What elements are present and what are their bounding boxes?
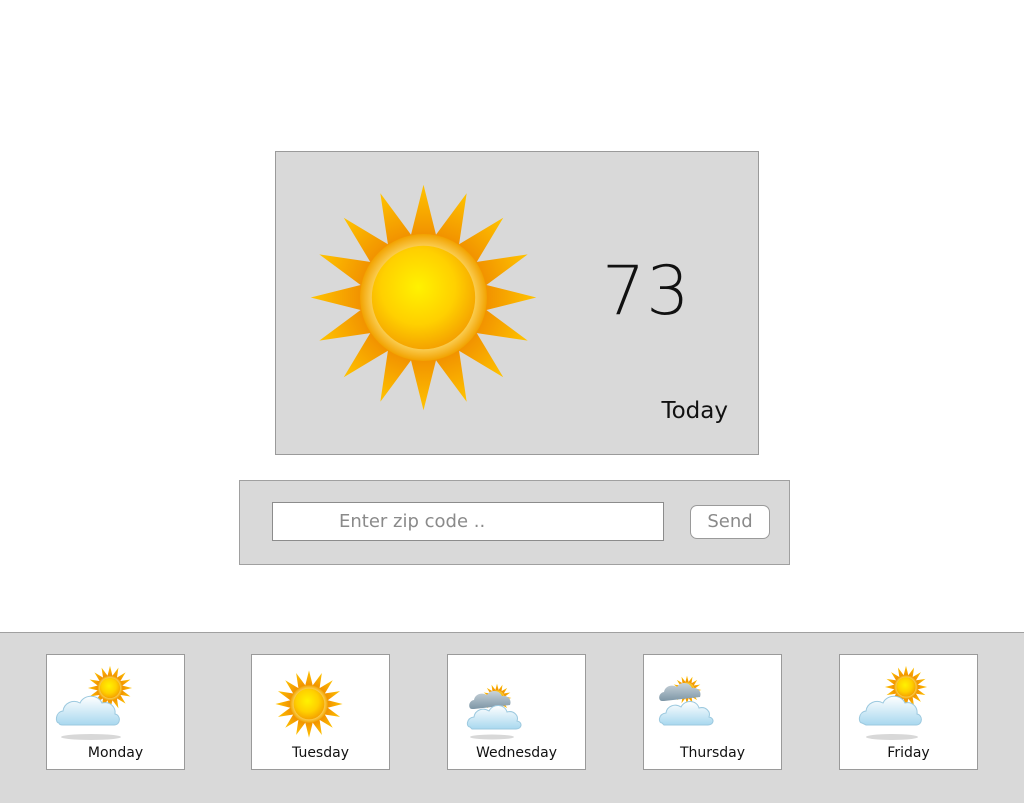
forecast-bar: Monday Tuesday Wednesday Thursday Friday xyxy=(0,632,1024,803)
day-label: Thursday xyxy=(679,745,746,761)
zip-panel: Send xyxy=(239,480,790,565)
forecast-day-friday[interactable]: Friday xyxy=(839,654,978,770)
forecast-day-thursday[interactable]: Thursday xyxy=(643,654,782,770)
forecast-day-monday[interactable]: Monday xyxy=(46,654,185,770)
cloudy-rain-icon xyxy=(658,675,714,726)
partly-cloudy-icon xyxy=(858,665,928,740)
forecast-day-wednesday[interactable]: Wednesday xyxy=(447,654,586,770)
today-card: 73 Today xyxy=(275,151,759,455)
zip-code-input[interactable] xyxy=(272,502,664,541)
day-label: Monday xyxy=(87,745,144,761)
today-temperature: 73 xyxy=(602,252,691,331)
cloudy-rain-icon xyxy=(466,683,522,740)
today-label: Today xyxy=(661,398,728,424)
day-label: Friday xyxy=(887,745,930,761)
day-label: Tuesday xyxy=(292,745,349,761)
sun-icon xyxy=(310,184,537,411)
send-button[interactable]: Send xyxy=(690,505,770,539)
day-label: Wednesday xyxy=(475,745,558,761)
forecast-day-tuesday[interactable]: Tuesday xyxy=(251,654,390,770)
sun-icon xyxy=(275,670,343,738)
partly-cloudy-icon xyxy=(55,665,133,740)
